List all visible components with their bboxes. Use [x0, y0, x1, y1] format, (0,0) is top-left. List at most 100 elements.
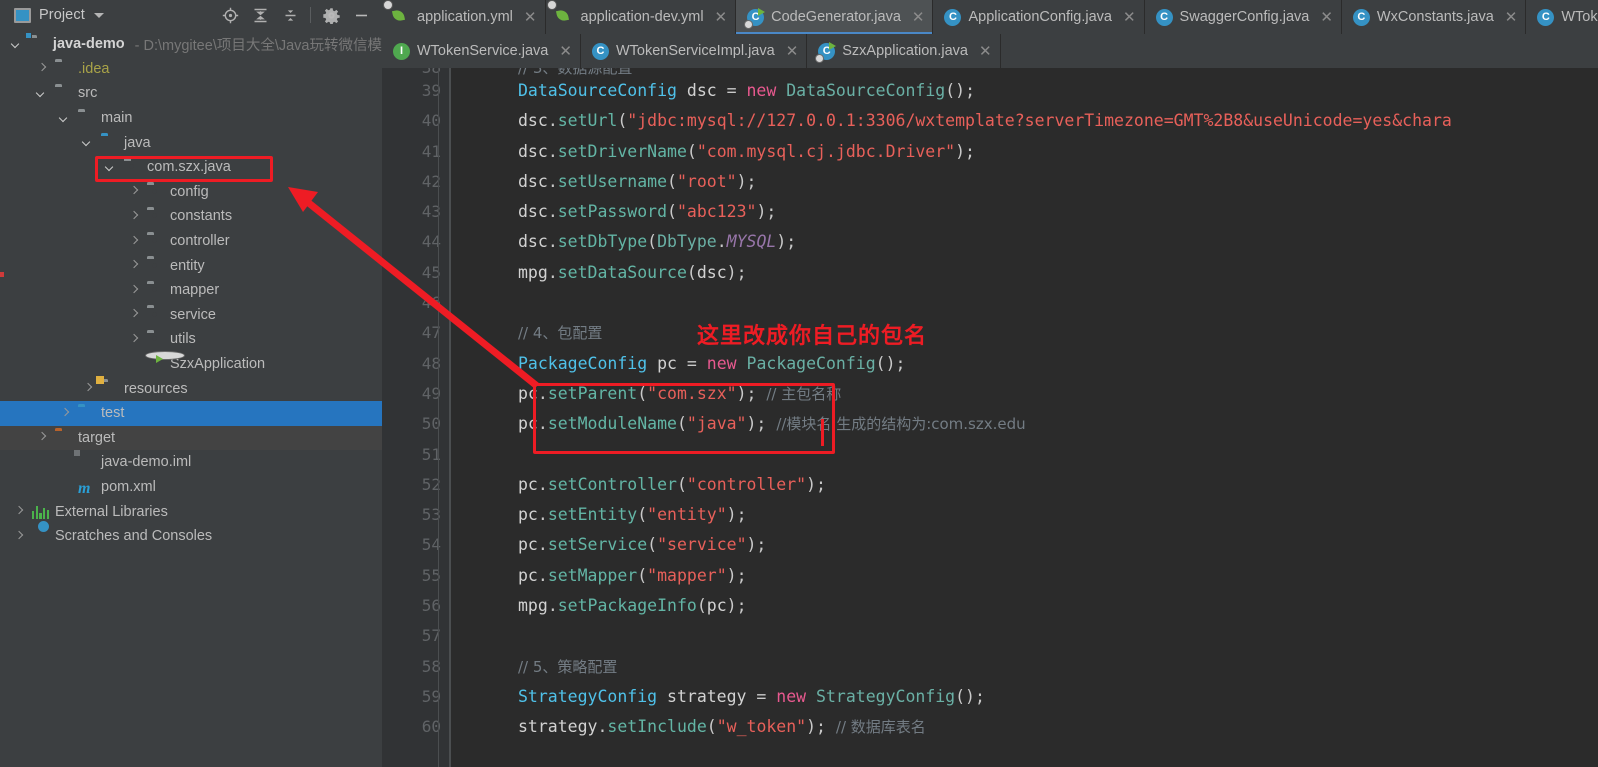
code-editor[interactable]: 38 39 40 41 42 43 44 45 46 47 48 49 50 51 52 53 54 55 56 57… — [382, 68, 1598, 767]
code-line[interactable]: mpg.setPackageInfo(pc); — [480, 591, 1598, 621]
tree-node-external-libraries[interactable]: External Libraries — [0, 499, 382, 524]
chevron-down-icon[interactable] — [93, 12, 104, 18]
code-line[interactable]: pc.setEntity("entity"); — [480, 500, 1598, 530]
tree-node-src[interactable]: src — [0, 81, 382, 106]
close-icon[interactable]: ✕ — [786, 42, 799, 60]
editor-tab-wtokenc[interactable]: C WTokenC — [1526, 0, 1598, 34]
tree-expand-toggle[interactable] — [60, 408, 71, 419]
editor-tab-swaggerconfig-java[interactable]: C SwaggerConfig.java ✕ — [1144, 0, 1342, 34]
tree-expand-toggle[interactable] — [37, 432, 48, 443]
code-line[interactable]: pc.setMapper("mapper"); — [480, 561, 1598, 591]
gear-icon[interactable] — [316, 2, 346, 28]
tree-expand-toggle[interactable] — [14, 506, 25, 517]
tree-expand-toggle[interactable] — [106, 162, 117, 173]
code-line[interactable]: // 5、策略配置 — [480, 652, 1598, 682]
editor-tabs-row-2[interactable]: I WTokenService.java ✕ C WTokenServiceImpl.j… — [382, 34, 1598, 68]
code-token: "mapper" — [647, 565, 727, 585]
code-line[interactable] — [480, 288, 1598, 318]
close-icon[interactable]: ✕ — [559, 42, 572, 60]
collapse-all-icon[interactable] — [275, 2, 305, 28]
tree-node-label: External Libraries — [55, 503, 168, 520]
locate-icon[interactable] — [215, 2, 245, 28]
tree-expand-toggle[interactable] — [60, 113, 71, 124]
editor-tab-application-yml[interactable]: application.yml ✕ — [382, 0, 546, 34]
editor-tab-szxapplication-java[interactable]: C SzxApplication.java ✕ — [807, 34, 1001, 68]
project-tree[interactable]: java-demo - D:\mygitee\项目大全\Java玩转微信模 .ide… — [0, 30, 382, 767]
editor-tab-wxconstants-java[interactable]: C WxConstants.java ✕ — [1341, 0, 1527, 34]
tree-node-service[interactable]: service — [0, 303, 382, 328]
code-line[interactable]: PackageConfig pc = new PackageConfig(); — [480, 349, 1598, 379]
code-line[interactable] — [480, 440, 1598, 470]
code-line[interactable]: strategy.setInclude("w_token"); // 数据库表名 — [480, 712, 1598, 742]
tree-expand-toggle[interactable] — [12, 39, 23, 50]
tree-expand-toggle[interactable] — [37, 63, 48, 74]
close-icon[interactable]: ✕ — [1320, 8, 1333, 26]
close-icon[interactable]: ✕ — [1505, 8, 1518, 26]
editor-tab-wtokenserviceimpl-java[interactable]: C WTokenServiceImpl.java ✕ — [580, 34, 808, 68]
tree-node-target[interactable]: target — [0, 425, 382, 451]
code-line[interactable]: StrategyConfig strategy = new StrategyCo… — [480, 682, 1598, 712]
tree-node-resources[interactable]: resources — [0, 375, 382, 401]
tree-node-controller[interactable]: controller — [0, 229, 382, 254]
tree-expand-toggle[interactable] — [129, 359, 140, 370]
tree-node-pom-xml[interactable]: m pom.xml — [0, 475, 382, 500]
code-line[interactable]: pc.setParent("com.szx"); // 主包名称 — [480, 379, 1598, 409]
tree-node-szxapplication[interactable]: SzxApplication — [0, 351, 382, 377]
package-icon — [147, 308, 164, 322]
tree-expand-toggle[interactable] — [129, 186, 140, 197]
tree-expand-toggle[interactable] — [129, 236, 140, 247]
tree-expand-toggle[interactable] — [129, 309, 140, 320]
line-number: 53 — [421, 505, 441, 525]
tree-node-scratches-and-consoles[interactable]: Scratches and Consoles — [0, 524, 382, 549]
expand-all-icon[interactable] — [245, 2, 275, 28]
tree-expand-toggle[interactable] — [37, 88, 48, 99]
code-line[interactable]: pc.setService("service"); — [480, 530, 1598, 560]
close-icon[interactable]: ✕ — [979, 42, 992, 60]
editor-tab-applicationconfig-java[interactable]: C ApplicationConfig.java ✕ — [933, 0, 1145, 34]
tree-node-utils[interactable]: utils — [0, 327, 382, 352]
tree-node-config[interactable]: config — [0, 180, 382, 205]
tree-expand-toggle[interactable] — [14, 531, 25, 542]
code-line[interactable]: pc.setModuleName("java"); //模块名,生成的结构为:c… — [480, 409, 1598, 439]
tree-node-constants[interactable]: constants — [0, 204, 382, 229]
tree-node-test[interactable]: test — [0, 400, 382, 426]
code-token: ( — [637, 565, 648, 585]
code-line[interactable]: dsc.setPassword("abc123"); — [480, 197, 1598, 227]
code-line[interactable]: dsc.setUsername("root"); — [480, 167, 1598, 197]
tree-node-java[interactable]: java — [0, 130, 382, 155]
tree-expand-toggle[interactable] — [129, 334, 140, 345]
editor-tab-application-dev-yml[interactable]: application-dev.yml ✕ — [545, 0, 737, 34]
tree-node-main[interactable]: main — [0, 106, 382, 131]
editor-tab-codegenerator-java[interactable]: C CodeGenerator.java ✕ — [736, 0, 934, 34]
tree-node-mapper[interactable]: mapper — [0, 278, 382, 303]
tree-node-java-demo-iml[interactable]: java-demo.iml — [0, 450, 382, 475]
line-number: 43 — [421, 202, 441, 222]
code-line[interactable]: // 4、包配置 — [480, 318, 1598, 348]
editor-tab-wtokenservice-java[interactable]: I WTokenService.java ✕ — [382, 34, 581, 68]
tree-node-entity[interactable]: entity — [0, 253, 382, 278]
tree-expand-toggle[interactable] — [129, 260, 140, 271]
tree-expand-toggle[interactable] — [129, 285, 140, 296]
close-icon[interactable]: ✕ — [524, 8, 537, 26]
code-line[interactable]: mpg.setDataSource(dsc); — [480, 258, 1598, 288]
tree-expand-toggle[interactable] — [129, 211, 140, 222]
code-line[interactable]: dsc.setDriverName("com.mysql.cj.jdbc.Dri… — [480, 137, 1598, 167]
tree-expand-toggle[interactable] — [60, 457, 71, 468]
close-icon[interactable]: ✕ — [1123, 8, 1136, 26]
close-icon[interactable]: ✕ — [912, 8, 925, 26]
close-icon[interactable]: ✕ — [715, 8, 728, 26]
tree-node-java-demo[interactable]: java-demo - D:\mygitee\项目大全\Java玩转微信模 — [0, 32, 382, 57]
tree-node-com-szx-java[interactable]: com.szx.java — [0, 155, 382, 180]
tree-expand-toggle[interactable] — [83, 383, 94, 394]
code-content[interactable]: // 3、数据源配置DataSourceConfig dsc = new Dat… — [450, 68, 1598, 767]
tree-expand-toggle[interactable] — [83, 137, 94, 148]
tree-expand-toggle[interactable] — [60, 481, 71, 492]
code-line[interactable]: dsc.setDbType(DbType.MYSQL); — [480, 227, 1598, 257]
code-line[interactable] — [480, 621, 1598, 651]
hide-panel-icon[interactable] — [346, 2, 376, 28]
code-line[interactable]: DataSourceConfig dsc = new DataSourceCon… — [480, 76, 1598, 106]
editor-tabs-row-1[interactable]: application.yml ✕ application-dev.yml ✕ C Cod… — [382, 0, 1598, 34]
tree-node-idea[interactable]: .idea — [0, 57, 382, 82]
code-line[interactable]: pc.setController("controller"); — [480, 470, 1598, 500]
code-line[interactable]: dsc.setUrl("jdbc:mysql://127.0.0.1:3306/… — [480, 106, 1598, 136]
